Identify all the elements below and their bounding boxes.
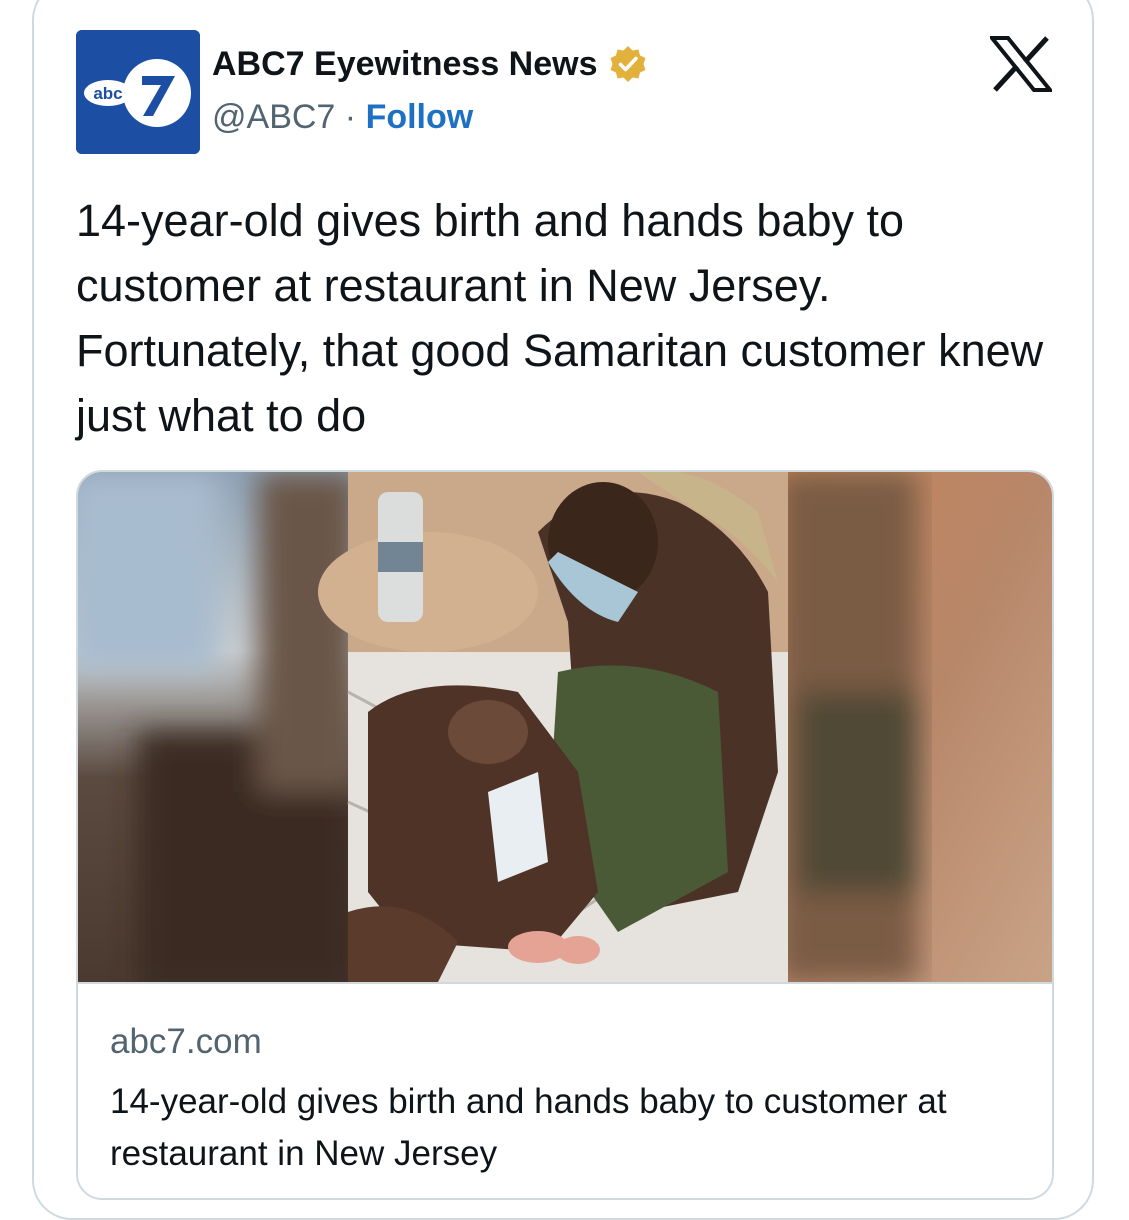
avatar[interactable]: abc (76, 30, 200, 154)
display-name-row: ABC7 Eyewitness News (212, 44, 648, 84)
separator: · (344, 98, 357, 136)
abc7-logo: abc (76, 30, 200, 154)
verified-badge-icon (608, 44, 648, 84)
link-domain: abc7.com (110, 1022, 262, 1061)
link-card-image[interactable] (78, 472, 1052, 984)
tweet-text: 14-year-old gives birth and hands baby t… (76, 195, 1044, 441)
handle-row: @ABC7 · Follow (212, 98, 473, 137)
follow-button[interactable]: Follow (366, 98, 474, 136)
link-title: 14-year-old gives birth and hands baby t… (110, 1082, 947, 1173)
link-card[interactable]: abc7.com 14-year-old gives birth and han… (76, 470, 1054, 1200)
x-logo-icon[interactable] (987, 36, 1055, 92)
svg-text:abc: abc (93, 84, 122, 103)
display-name[interactable]: ABC7 Eyewitness News (212, 45, 598, 84)
handle[interactable]: @ABC7 (212, 98, 335, 136)
